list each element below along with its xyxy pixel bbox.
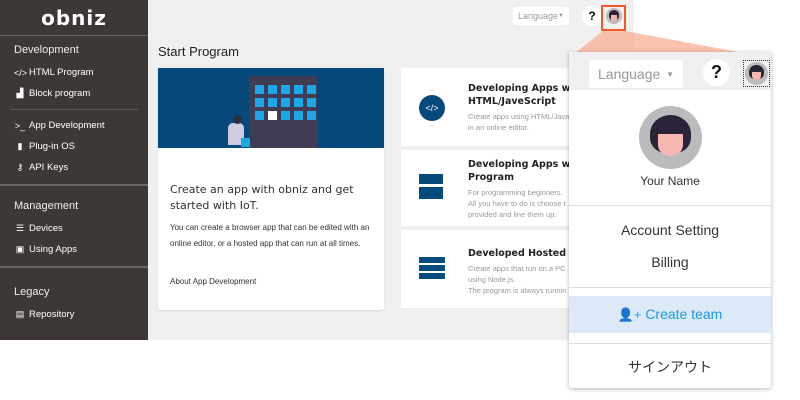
account-setting-link[interactable]: Account Setting: [569, 222, 771, 238]
avatar-highlight-box: [601, 5, 626, 31]
user-menu-popup: Language ▼ ? Your Name Account Setting Bi…: [569, 52, 771, 388]
add-user-icon: 👤+: [617, 307, 642, 322]
language-label: Language: [598, 66, 661, 82]
create-team-button[interactable]: 👤+ Create team: [569, 296, 771, 333]
help-button[interactable]: ?: [703, 59, 730, 86]
label: Create team: [645, 306, 723, 322]
user-avatar: [639, 106, 702, 169]
caret-down-icon: ▼: [666, 69, 674, 79]
avatar-button[interactable]: [743, 60, 770, 87]
language-select[interactable]: Language ▼: [589, 60, 683, 88]
sign-out-link[interactable]: サインアウト: [569, 357, 771, 377]
billing-link[interactable]: Billing: [569, 254, 771, 270]
user-name: Your Name: [640, 174, 700, 188]
